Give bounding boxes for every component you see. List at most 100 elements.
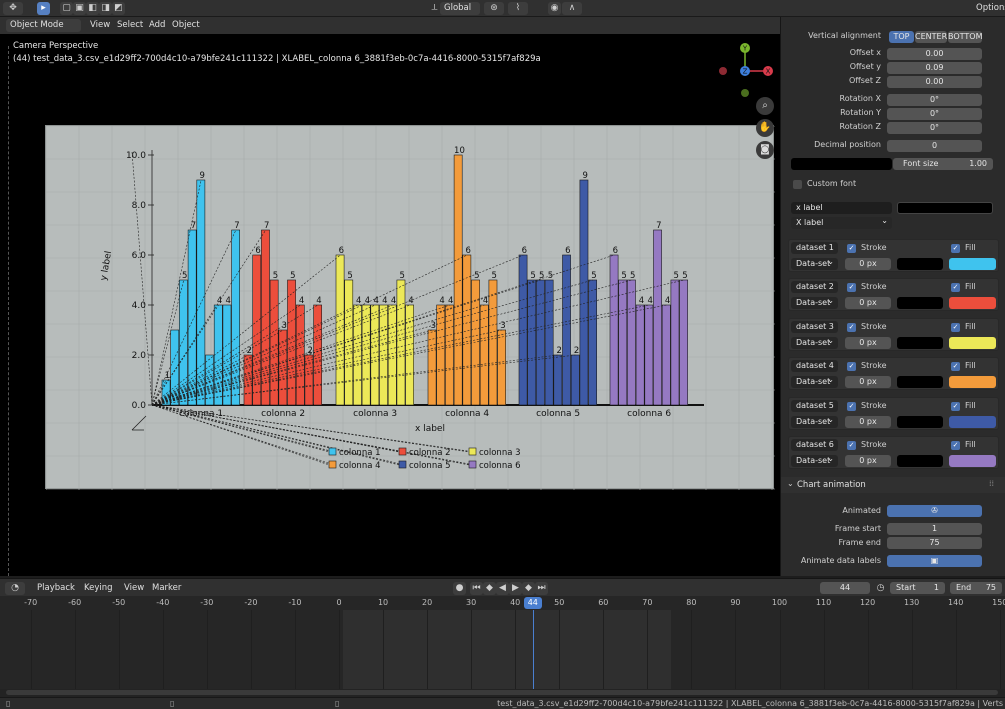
animated-toggle[interactable]: ✇ <box>887 505 982 517</box>
menu-view[interactable]: View <box>86 19 114 32</box>
dataset-name-field[interactable]: dataset 2 <box>791 281 838 294</box>
fill-color-swatch[interactable] <box>949 297 996 310</box>
options-menu[interactable]: Options <box>972 2 1005 15</box>
pan-hand-icon[interactable]: ✋ <box>756 119 774 137</box>
start-frame-field[interactable]: Start 1 <box>890 582 945 594</box>
dataset-select[interactable]: Data-set <box>791 376 838 389</box>
menu-keying[interactable]: Keying <box>80 582 117 595</box>
orientation-dropdown[interactable]: Global <box>440 2 480 15</box>
play-reverse-icon[interactable]: ◀ <box>496 582 509 595</box>
snap-icon[interactable]: ⌇ <box>508 2 528 15</box>
stroke-width-field[interactable]: 0 px <box>845 376 891 389</box>
playhead-frame-badge[interactable]: 44 <box>523 597 542 609</box>
select-box-icon[interactable]: ▢ <box>60 2 73 15</box>
dataset-name-field[interactable]: dataset 6 <box>791 439 838 451</box>
drag-handle-icon[interactable]: ⁞⁞ <box>989 479 994 488</box>
x-label-input[interactable]: x label <box>791 202 892 214</box>
end-frame-field[interactable]: End 75 <box>950 582 1002 594</box>
jump-end-icon[interactable]: ⏭ <box>535 582 548 595</box>
frame-end-field[interactable]: 75 <box>887 537 982 549</box>
stroke-color-swatch[interactable] <box>897 415 943 428</box>
offset-y-field[interactable]: 0.09 <box>887 62 982 74</box>
fill-color-swatch[interactable] <box>949 376 996 389</box>
valign-bottom-button[interactable]: BOTTOM <box>948 31 982 43</box>
camera-view-icon[interactable]: ◙ <box>756 141 774 159</box>
dataset-name-field[interactable]: dataset 5 <box>791 399 838 412</box>
timeline-scrollbar[interactable] <box>0 689 1005 697</box>
dataset-name-field[interactable]: dataset 3 <box>791 320 838 333</box>
font-color-swatch[interactable] <box>791 158 892 170</box>
select-invert-icon[interactable]: ◨ <box>99 2 112 15</box>
dataset-select[interactable]: Data-set <box>791 455 838 467</box>
x-label-select[interactable]: X label <box>791 217 892 229</box>
dataset-name-field[interactable]: dataset 1 <box>791 242 838 254</box>
font-size-field[interactable]: Font size 1.00 <box>893 158 993 170</box>
menu-marker[interactable]: Marker <box>148 582 185 595</box>
stroke-checkbox[interactable]: ✓ <box>847 322 856 332</box>
stroke-width-field[interactable]: 0 px <box>845 415 891 428</box>
frame-start-field[interactable]: 1 <box>887 523 982 535</box>
stroke-color-swatch[interactable] <box>897 376 943 389</box>
stroke-color-swatch[interactable] <box>897 258 943 270</box>
valign-center-button[interactable]: CENTER <box>915 31 947 43</box>
gizmo-neg-y[interactable] <box>741 89 749 97</box>
offset-z-field[interactable]: 0.00 <box>887 76 982 88</box>
menu-object[interactable]: Object <box>168 19 204 32</box>
zoom-icon[interactable]: ⌕ <box>756 97 774 115</box>
menu-add[interactable]: Add <box>145 19 169 32</box>
fill-color-swatch[interactable] <box>949 455 996 467</box>
chart-animation-header[interactable]: ⌄ Chart animation ⁞⁞ <box>781 477 1005 493</box>
fill-color-swatch[interactable] <box>949 336 996 349</box>
stroke-width-field[interactable]: 0 px <box>845 336 891 349</box>
offset-x-field[interactable]: 0.00 <box>887 48 982 60</box>
rotation-x-field[interactable]: 0° <box>887 94 982 106</box>
select-intersect-icon[interactable]: ◩ <box>112 2 125 15</box>
stroke-color-swatch[interactable] <box>897 455 943 467</box>
fill-checkbox[interactable]: ✓ <box>951 322 960 332</box>
current-frame-field[interactable]: 44 <box>820 582 870 594</box>
fill-checkbox[interactable]: ✓ <box>951 283 960 293</box>
animate-data-labels-toggle[interactable]: ▣ <box>887 555 982 567</box>
fill-checkbox[interactable]: ✓ <box>951 362 960 372</box>
prev-keyframe-icon[interactable]: ◆ <box>483 582 496 595</box>
stroke-color-swatch[interactable] <box>897 297 943 310</box>
timeline-editor-icon[interactable]: ◔ <box>5 582 25 595</box>
falloff-icon[interactable]: ∧ <box>562 2 582 15</box>
dataset-select[interactable]: Data-set <box>791 415 838 428</box>
chart-plane[interactable]: 0.02.04.06.08.010.0y labelx label1579447… <box>45 125 775 490</box>
dataset-select[interactable]: Data-set <box>791 297 838 310</box>
stroke-checkbox[interactable]: ✓ <box>847 362 856 372</box>
fill-checkbox[interactable]: ✓ <box>951 244 960 253</box>
jump-start-icon[interactable]: ⏮ <box>470 582 483 595</box>
timeline-ruler[interactable]: -70 -60 -50 -40 -30 -20 -10 0 10 20 30 40 50 60 70 80 90… <box>0 596 1005 610</box>
stroke-checkbox[interactable]: ✓ <box>847 244 856 253</box>
rotation-y-field[interactable]: 0° <box>887 108 982 120</box>
proportional-edit-icon[interactable]: ◉ <box>548 2 561 15</box>
stroke-width-field[interactable]: 0 px <box>845 455 891 467</box>
stroke-width-field[interactable]: 0 px <box>845 297 891 310</box>
gizmo-neg-x[interactable] <box>719 67 727 75</box>
dataset-name-field[interactable]: dataset 4 <box>791 360 838 373</box>
fill-color-swatch[interactable] <box>949 415 996 428</box>
scrollbar-thumb[interactable] <box>6 690 998 695</box>
custom-font-checkbox[interactable] <box>793 180 802 189</box>
fill-color-swatch[interactable] <box>949 258 996 270</box>
dataset-select[interactable]: Data-set <box>791 258 838 270</box>
3d-viewport[interactable]: Camera Perspective (44) test_data_3.csv_… <box>0 34 780 576</box>
select-extend-icon[interactable]: ▣ <box>73 2 86 15</box>
timeline-area[interactable] <box>0 610 1005 689</box>
valign-top-button[interactable]: TOP <box>889 31 914 43</box>
fill-checkbox[interactable]: ✓ <box>951 441 960 450</box>
menu-select[interactable]: Select <box>113 19 147 32</box>
select-tool-icon[interactable]: ▸ <box>37 2 50 15</box>
rotation-z-field[interactable]: 0° <box>887 122 982 134</box>
next-keyframe-icon[interactable]: ◆ <box>522 582 535 595</box>
decimal-position-field[interactable]: 0 <box>887 140 982 152</box>
mode-dropdown[interactable]: Object Mode <box>6 19 81 32</box>
fill-checkbox[interactable]: ✓ <box>951 401 960 411</box>
menu-playback[interactable]: Playback <box>33 582 79 595</box>
record-icon[interactable]: ● <box>453 582 466 595</box>
pivot-icon[interactable]: ⊛ <box>484 2 504 15</box>
stroke-checkbox[interactable]: ✓ <box>847 401 856 411</box>
stroke-checkbox[interactable]: ✓ <box>847 283 856 293</box>
